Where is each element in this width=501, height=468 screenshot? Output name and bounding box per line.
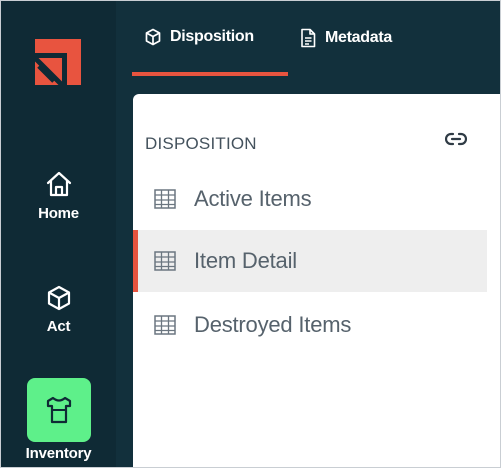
nav-item-active-items[interactable]: Active Items — [133, 168, 487, 230]
left-rail: Home Act Inventory — [1, 1, 116, 467]
brand-logo-icon[interactable] — [35, 39, 81, 85]
tab-metadata-label: Metadata — [325, 29, 392, 46]
active-tab-indicator — [132, 72, 288, 76]
rail-item-inventory-label: Inventory — [25, 445, 92, 462]
tab-disposition-label: Disposition — [170, 28, 254, 45]
nav-item-label: Active Items — [194, 186, 312, 211]
shirt-icon — [46, 396, 71, 424]
table-icon — [154, 251, 176, 271]
link-icon[interactable] — [445, 131, 467, 147]
rail-item-act-label: Act — [46, 318, 71, 335]
nav-item-item-detail[interactable]: Item Detail — [133, 230, 487, 292]
nav-item-label: Item Detail — [194, 248, 297, 273]
app-window: Home Act Inventory Disposition Metadata … — [0, 0, 501, 468]
rail-item-act[interactable]: Act — [1, 284, 116, 335]
nav-item-label: Destroyed Items — [194, 312, 352, 337]
cube-icon — [145, 28, 161, 46]
tab-metadata[interactable]: Metadata — [299, 28, 392, 48]
rail-item-inventory[interactable]: Inventory — [1, 378, 116, 462]
table-icon — [154, 189, 176, 209]
disposition-panel: DISPOSITION Active Items Item Detail Des… — [133, 94, 500, 467]
rail-item-home-label: Home — [38, 205, 79, 222]
inventory-active-badge — [26, 378, 91, 442]
home-icon — [46, 171, 71, 197]
cube-icon — [47, 285, 70, 311]
top-tab-bar: Disposition Metadata — [116, 1, 500, 79]
tab-disposition[interactable]: Disposition — [144, 28, 254, 46]
nav-item-destroyed-items[interactable]: Destroyed Items — [133, 294, 487, 356]
rail-item-home[interactable]: Home — [1, 169, 116, 222]
table-icon — [154, 315, 176, 335]
section-title: DISPOSITION — [145, 134, 257, 153]
document-icon — [301, 28, 316, 48]
